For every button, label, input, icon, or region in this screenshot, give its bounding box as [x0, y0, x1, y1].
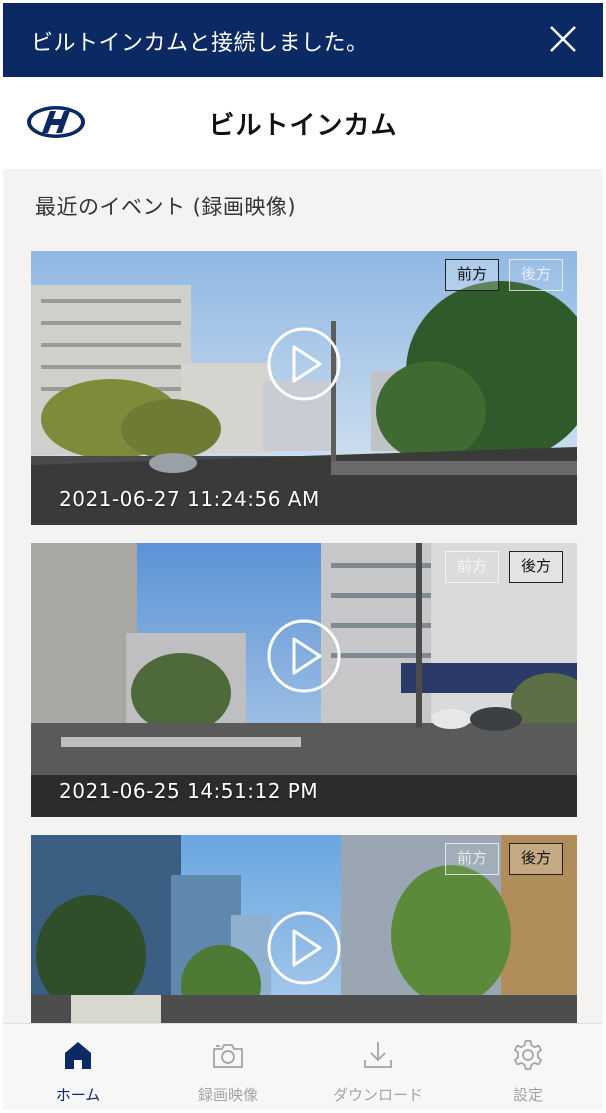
section-title-recent-events: 最近のイベント (録画映像) [35, 195, 297, 219]
gear-icon [514, 1040, 542, 1070]
event-video-card[interactable]: 前方 後方 2021-06-27 11:24:56 AM [31, 251, 577, 525]
home-icon [65, 1042, 91, 1069]
video-timestamp: 2021-06-25 14:51:12 PM [59, 779, 319, 803]
app-screen: ビルトインカムと接続しました。 ビルトインカム 最近のイベント (録画映像) 前… [3, 3, 603, 1110]
nav-item-home[interactable]: ホーム [3, 1024, 153, 1110]
connection-toast: ビルトインカムと接続しました。 [3, 3, 603, 77]
front-camera-button[interactable]: 前方 [445, 259, 499, 291]
nav-item-download[interactable]: ダウンロード [303, 1024, 453, 1110]
play-icon[interactable] [265, 617, 343, 695]
download-icon [364, 1042, 392, 1068]
play-icon[interactable] [265, 325, 343, 403]
rear-camera-button[interactable]: 後方 [509, 259, 563, 291]
rear-camera-button[interactable]: 後方 [509, 551, 563, 583]
close-icon[interactable] [547, 23, 579, 55]
nav-item-recordings[interactable]: 録画映像 [153, 1024, 303, 1110]
nav-label-settings: 設定 [512, 1086, 543, 1104]
camera-icon [213, 1044, 243, 1068]
play-icon[interactable] [265, 909, 343, 987]
toast-message: ビルトインカムと接続しました。 [31, 31, 369, 56]
video-timestamp: 2021-06-27 11:24:56 AM [59, 487, 320, 511]
nav-label-recordings: 録画映像 [197, 1086, 258, 1104]
event-video-card[interactable]: 前方 後方 2021-06-25 14:51:12 PM [31, 543, 577, 817]
nav-label-home: ホーム [55, 1086, 101, 1104]
nav-label-download: ダウンロード [332, 1086, 423, 1104]
bottom-navigation: ホーム 録画映像 ダウンロード 設定 [3, 1023, 603, 1110]
page-title: ビルトインカム [208, 111, 398, 141]
nav-item-settings[interactable]: 設定 [453, 1024, 603, 1110]
rear-camera-button[interactable]: 後方 [509, 843, 563, 875]
front-camera-button[interactable]: 前方 [445, 843, 499, 875]
event-video-card[interactable]: 前方 後方 [31, 835, 577, 1025]
app-header: ビルトインカム [3, 77, 603, 169]
front-camera-button[interactable]: 前方 [445, 551, 499, 583]
